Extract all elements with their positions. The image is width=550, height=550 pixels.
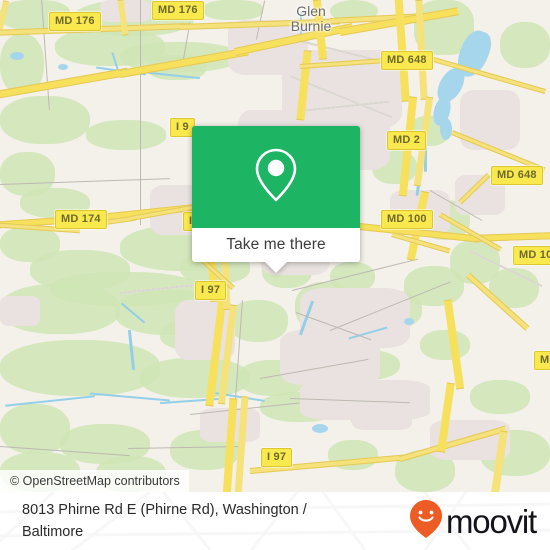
- road-shield: MD 648: [491, 166, 543, 185]
- road-shield: MD 100: [381, 210, 433, 229]
- map-pin-icon: [253, 146, 299, 209]
- callout-action-panel[interactable]: Take me there: [192, 228, 360, 273]
- road-shield: I 97: [195, 281, 227, 300]
- moovit-wordmark: moovit: [446, 502, 537, 540]
- moovit-map-page: Glen Burnie MD 176 MD 176 MD 648 MD 2 MD…: [0, 0, 550, 550]
- destination-address: 8013 Phirne Rd E (Phirne Rd), Washington…: [22, 502, 307, 540]
- moovit-brand[interactable]: moovit: [409, 499, 537, 544]
- destination-callout-card[interactable]: Take me there: [192, 126, 360, 273]
- road-shield: MD 648: [381, 51, 433, 70]
- road-shield: MD 10: [513, 246, 550, 265]
- take-me-there-label: Take me there: [226, 236, 326, 253]
- road-shield: MD 176: [49, 12, 101, 31]
- road-shield: MD 174: [55, 210, 107, 229]
- road-shield: MD: [534, 351, 550, 370]
- osm-attribution[interactable]: © OpenStreetMap contributors: [0, 470, 189, 492]
- footer-bar: 8013 Phirne Rd E (Phirne Rd), Washington…: [0, 492, 550, 550]
- moovit-pin-smile-icon: [409, 499, 443, 544]
- callout-pointer: [265, 262, 287, 273]
- map-canvas[interactable]: Glen Burnie MD 176 MD 176 MD 648 MD 2 MD…: [0, 0, 550, 492]
- road-shield: I 97: [261, 448, 293, 467]
- road-shield: MD 176: [152, 1, 204, 20]
- road-shield: MD 2: [387, 131, 427, 150]
- callout-icon-panel: [192, 126, 360, 228]
- map-city-label-glen-burnie: Glen Burnie: [290, 3, 332, 34]
